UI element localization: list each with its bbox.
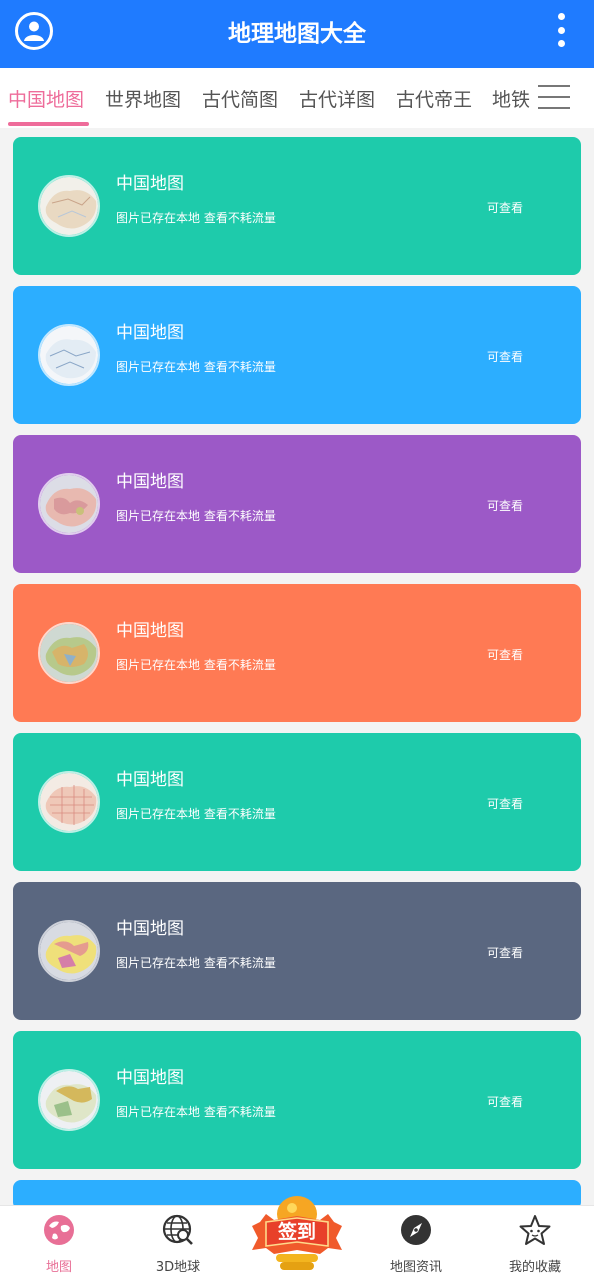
map-card[interactable]: 中国地图 图片已存在本地 查看不耗流量 可查看 xyxy=(13,882,581,1020)
map-card-list: 中国地图 图片已存在本地 查看不耗流量 可查看 中国地图 图片已存在本地 查看不… xyxy=(13,137,581,1210)
card-status: 可查看 xyxy=(487,499,524,513)
app-header: 地理地图大全 xyxy=(0,0,594,68)
tab-ancient-detailed-map[interactable]: 古代详图 xyxy=(299,85,375,112)
map-card[interactable]: 中国地图 图片已存在本地 查看不耗流量 可查看 xyxy=(13,733,581,871)
card-status: 可查看 xyxy=(487,648,524,662)
app-title: 地理地图大全 xyxy=(228,21,366,47)
card-title: 中国地图 xyxy=(116,472,184,492)
active-tab-indicator xyxy=(8,122,89,126)
menu-icon[interactable] xyxy=(538,85,570,109)
card-description: 图片已存在本地 查看不耗流量 xyxy=(116,956,276,970)
sign-in-button[interactable]: 签到 xyxy=(246,1192,348,1276)
map-card[interactable]: 中国地图 图片已存在本地 查看不耗流量 可查看 xyxy=(13,286,581,424)
map-thumbnail xyxy=(38,771,100,833)
tab-world-map[interactable]: 世界地图 xyxy=(105,85,181,112)
card-status: 可查看 xyxy=(487,797,524,811)
card-title: 中国地图 xyxy=(116,1068,184,1088)
map-thumbnail xyxy=(38,175,100,237)
card-description: 图片已存在本地 查看不耗流量 xyxy=(116,658,276,672)
tab-subway[interactable]: 地铁 xyxy=(492,85,530,112)
tab-china-map[interactable]: 中国地图 xyxy=(8,85,84,112)
card-description: 图片已存在本地 查看不耗流量 xyxy=(116,807,276,821)
map-thumbnail xyxy=(38,622,100,684)
map-thumbnail xyxy=(38,473,100,535)
card-description: 图片已存在本地 查看不耗流量 xyxy=(116,1105,276,1119)
star-icon xyxy=(519,1214,551,1246)
map-thumbnail xyxy=(38,324,100,386)
card-description: 图片已存在本地 查看不耗流量 xyxy=(116,360,276,374)
card-title: 中国地图 xyxy=(116,621,184,641)
nav-label: 地图资讯 xyxy=(389,1260,442,1275)
map-card[interactable]: 中国地图 图片已存在本地 查看不耗流量 可查看 xyxy=(13,137,581,275)
nav-item-3d-earth[interactable]: 3D地球 xyxy=(128,1206,228,1280)
category-tabs: 中国地图 世界地图 古代简图 古代详图 古代帝王 地铁 xyxy=(0,68,594,128)
more-options-icon[interactable] xyxy=(554,13,568,47)
card-title: 中国地图 xyxy=(116,770,184,790)
tab-ancient-emperors[interactable]: 古代帝王 xyxy=(396,85,472,112)
card-description: 图片已存在本地 查看不耗流量 xyxy=(116,509,276,523)
globe-icon xyxy=(43,1214,75,1246)
map-card[interactable]: 中国地图 图片已存在本地 查看不耗流量 可查看 xyxy=(13,1031,581,1169)
card-title: 中国地图 xyxy=(116,323,184,343)
card-status: 可查看 xyxy=(487,350,524,364)
card-status: 可查看 xyxy=(487,201,524,215)
card-title: 中国地图 xyxy=(116,174,184,194)
nav-item-favorites[interactable]: 我的收藏 xyxy=(485,1206,585,1280)
compass-icon xyxy=(400,1214,432,1246)
card-description: 图片已存在本地 查看不耗流量 xyxy=(116,211,276,225)
card-status: 可查看 xyxy=(487,1095,524,1109)
nav-label: 3D地球 xyxy=(155,1260,201,1275)
tab-ancient-simple-map[interactable]: 古代简图 xyxy=(202,85,278,112)
earth-search-icon xyxy=(162,1214,194,1246)
map-thumbnail xyxy=(38,920,100,982)
nav-label: 我的收藏 xyxy=(508,1260,561,1275)
map-card[interactable]: 中国地图 图片已存在本地 查看不耗流量 可查看 xyxy=(13,584,581,722)
nav-item-map[interactable]: 地图 xyxy=(9,1206,109,1280)
map-thumbnail xyxy=(38,1069,100,1131)
sign-in-label: 签到 xyxy=(277,1220,316,1243)
card-title: 中国地图 xyxy=(116,919,184,939)
nav-item-map-news[interactable]: 地图资讯 xyxy=(366,1206,466,1280)
nav-label: 地图 xyxy=(45,1260,72,1275)
map-card[interactable]: 中国地图 图片已存在本地 查看不耗流量 可查看 xyxy=(13,435,581,573)
card-status: 可查看 xyxy=(487,946,524,960)
